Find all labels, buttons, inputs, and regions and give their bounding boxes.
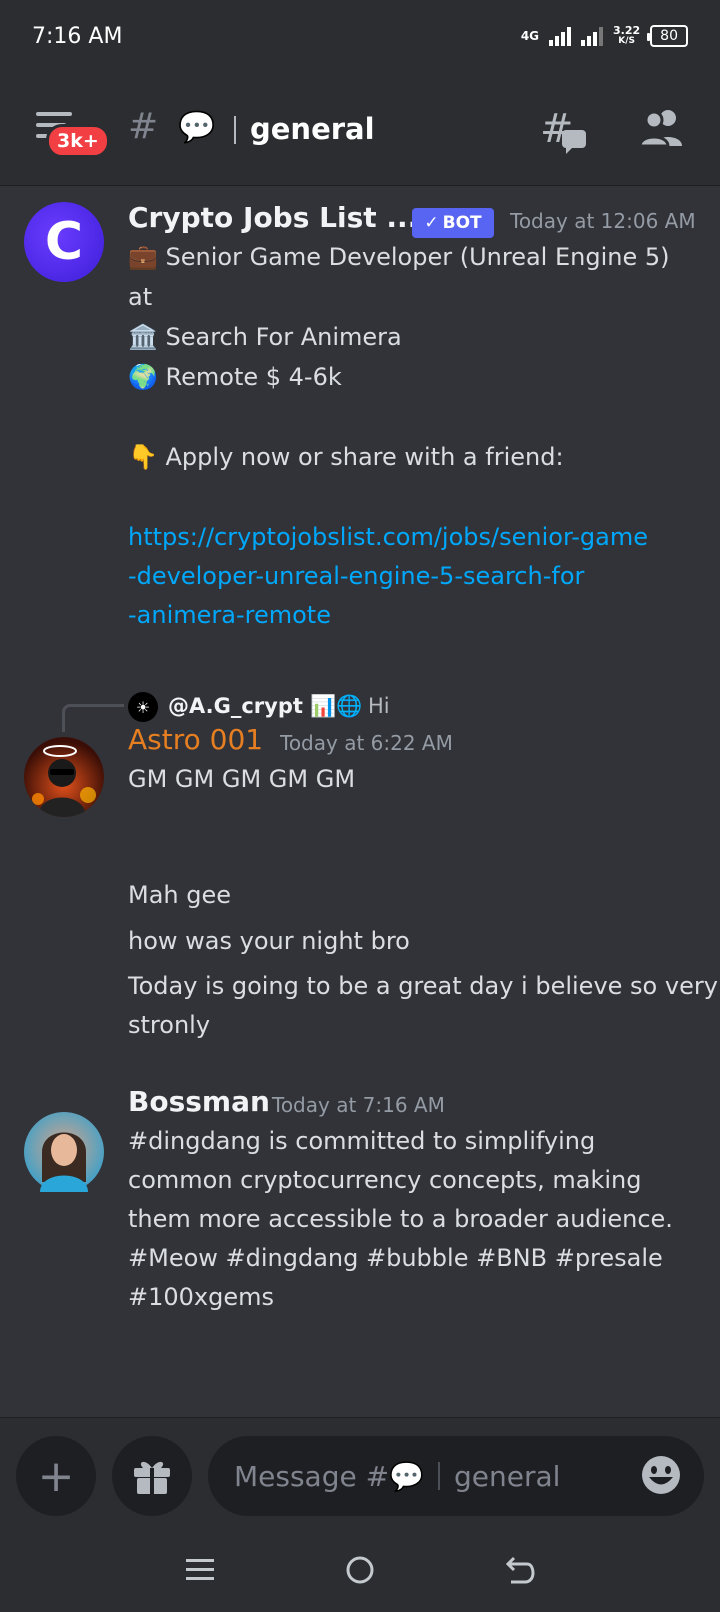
status-icons: 4G 3.22 K/S 80: [521, 25, 688, 47]
home-circle-icon: [346, 1556, 374, 1583]
channel-header: 3k+ # 💬 general #: [0, 72, 720, 186]
gift-button[interactable]: [112, 1436, 192, 1516]
plus-icon: +: [37, 1450, 75, 1502]
reply-avatar[interactable]: ☀: [128, 692, 158, 722]
job-link[interactable]: https://cryptojobslist.com/jobs/senior-g…: [128, 523, 648, 551]
message-line: 👇 Apply now or share with a friend:: [128, 443, 564, 471]
back-arrow-icon: [505, 1556, 535, 1583]
message-line: #Meow #dingdang #bubble #BNB #presale: [128, 1244, 663, 1272]
avatar[interactable]: [24, 737, 104, 817]
message-line: stronly: [128, 1011, 211, 1039]
message-line: GM GM GM GM GM: [128, 765, 356, 793]
timestamp: Today at 12:06 AM: [510, 209, 696, 233]
message-line: common cryptocurrency concepts, making: [128, 1166, 642, 1194]
menu-lines-icon: [186, 1558, 214, 1580]
check-icon: ✓: [424, 213, 439, 233]
gift-icon: [134, 1461, 170, 1494]
timestamp: Today at 6:22 AM: [280, 731, 453, 755]
threads-icon[interactable]: #: [540, 106, 588, 163]
message-line: at: [128, 283, 153, 311]
add-attachment-button[interactable]: +: [16, 1436, 96, 1516]
unread-badge: 3k+: [46, 124, 110, 158]
message-input[interactable]: Message # 💬 general: [208, 1436, 704, 1516]
divider: [234, 116, 236, 144]
divider: [437, 1462, 440, 1490]
home-button[interactable]: [340, 1550, 380, 1590]
author-name[interactable]: Bossman: [128, 1085, 270, 1118]
back-button[interactable]: [500, 1550, 540, 1590]
reply-preview[interactable]: Hi: [368, 694, 390, 718]
message-composer: + Message # 💬 general: [0, 1417, 720, 1527]
author-name[interactable]: Crypto Jobs List ...: [128, 201, 418, 234]
message-line: them more accessible to a broader audien…: [128, 1205, 673, 1233]
message-line: how was your night bro: [128, 927, 410, 955]
recent-apps-button[interactable]: [180, 1550, 220, 1590]
message-line: 🏛️ Search For Animera: [128, 323, 402, 351]
signal-2-icon: [581, 26, 604, 46]
message-line: #dingdang is committed to simplifying: [128, 1127, 596, 1155]
menu-button[interactable]: 3k+: [36, 112, 110, 162]
message-line: 🌍 Remote $ 4-6k: [128, 363, 342, 391]
battery-icon: 80: [647, 25, 688, 47]
emoji-icon[interactable]: [640, 1454, 682, 1496]
bot-badge: ✓ BOT: [412, 208, 494, 238]
hash-icon: #: [128, 106, 159, 147]
network-type: 4G: [520, 29, 540, 43]
message-line: #100xgems: [128, 1283, 275, 1311]
avatar[interactable]: C: [24, 202, 104, 282]
signal-icon: [549, 26, 572, 46]
channel-name[interactable]: general: [250, 112, 375, 146]
reply-author[interactable]: @A.G_crypt 📊🌐: [168, 694, 363, 719]
job-link[interactable]: -developer-unreal-engine-5-search-for: [128, 562, 584, 590]
channel-emoji: 💬: [389, 1459, 424, 1493]
message-line: 💼 Senior Game Developer (Unreal Engine 5…: [128, 243, 670, 271]
message-line: Mah gee: [128, 881, 232, 909]
job-link[interactable]: -animera-remote: [128, 601, 331, 629]
network-speed: 3.22 K/S: [613, 24, 641, 46]
reply-connector: [62, 704, 124, 732]
author-name[interactable]: Astro 001: [128, 723, 263, 756]
status-bar: 7:16 AM 4G 3.22 K/S 80: [0, 0, 720, 72]
message-line: Today is going to be a great day i belie…: [128, 972, 718, 1000]
channel-emoji: 💬: [178, 110, 216, 145]
clock: 7:16 AM: [32, 23, 123, 49]
avatar[interactable]: [24, 1112, 104, 1192]
message-list[interactable]: C Crypto Jobs List ... ✓ BOT Today at 12…: [0, 187, 720, 1417]
members-icon[interactable]: [638, 106, 686, 150]
timestamp: Today at 7:16 AM: [272, 1093, 445, 1117]
system-nav-bar: [0, 1527, 720, 1612]
